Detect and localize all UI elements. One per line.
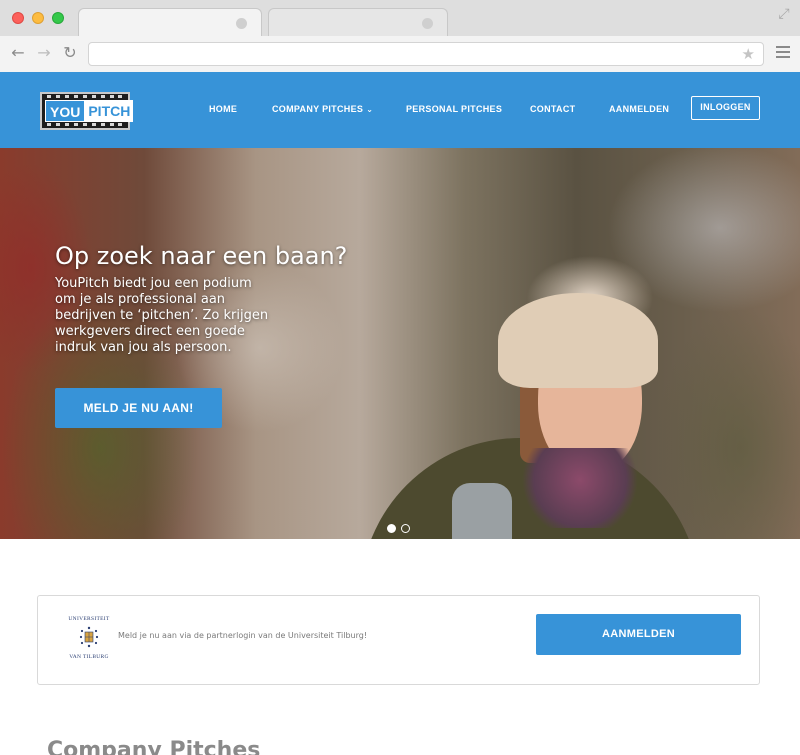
hero-photo-backpack xyxy=(452,483,512,539)
hero-body: YouPitch biedt jou een podium om je als … xyxy=(55,276,269,355)
tilburg-university-logo: UNIVERSITEIT VAN TILBURG xyxy=(66,616,112,664)
carousel-indicators xyxy=(387,524,410,533)
hero-carousel: Op zoek naar een baan? YouPitch biedt jo… xyxy=(0,148,800,539)
minimize-window-button[interactable] xyxy=(32,12,44,24)
back-arrow-icon[interactable]: ← xyxy=(8,43,28,63)
fullscreen-icon[interactable]: ⤢ xyxy=(776,6,792,22)
browser-titlebar: ⤢ ← → ↻ ★ xyxy=(0,0,800,72)
partner-aanmelden-button[interactable]: AANMELDEN xyxy=(536,614,741,655)
university-seal-icon xyxy=(79,626,99,648)
partner-login-text: Meld je nu aan via de partnerlogin van d… xyxy=(118,631,368,640)
carousel-dot-2[interactable] xyxy=(401,524,410,533)
hero-title: Op zoek naar een baan? xyxy=(55,242,348,270)
tab-close-icon[interactable] xyxy=(236,18,247,29)
tab-close-icon[interactable] xyxy=(422,18,433,29)
login-button[interactable]: INLOGGEN xyxy=(691,96,760,120)
site-header: YOU PITCH HOME COMPANY PITCHES ⌄ PERSONAL… xyxy=(0,72,800,148)
browser-toolbar: ← → ↻ ★ xyxy=(0,36,800,72)
star-icon[interactable]: ★ xyxy=(742,45,755,63)
nav-aanmelden[interactable]: AANMELDEN xyxy=(609,96,669,122)
youpitch-logo[interactable]: YOU PITCH xyxy=(40,92,134,130)
browser-tab-active[interactable] xyxy=(78,8,262,36)
hero-photo-scarf xyxy=(520,448,640,528)
nav-home[interactable]: HOME xyxy=(209,96,237,122)
hero-photo-hat xyxy=(498,293,658,388)
nav-company-label: COMPANY PITCHES xyxy=(272,104,364,114)
uni-logo-bottom-text: VAN TILBURG xyxy=(69,654,109,660)
maximize-window-button[interactable] xyxy=(52,12,64,24)
nav-company-pitches[interactable]: COMPANY PITCHES ⌄ xyxy=(272,96,373,123)
logo-text-you: YOU xyxy=(45,100,86,122)
nav-contact[interactable]: CONTACT xyxy=(530,96,575,122)
address-bar[interactable]: ★ xyxy=(88,42,764,66)
chevron-down-icon: ⌄ xyxy=(366,105,374,114)
reload-icon[interactable]: ↻ xyxy=(60,43,80,63)
film-strip-holes xyxy=(42,95,128,99)
uni-logo-top-text: UNIVERSITEIT xyxy=(68,616,110,622)
nav-personal-pitches[interactable]: PERSONAL PITCHES xyxy=(406,96,502,122)
signup-cta-button[interactable]: MELD JE NU AAN! xyxy=(55,388,222,428)
hamburger-menu-icon[interactable] xyxy=(776,46,790,58)
film-strip-holes xyxy=(42,123,128,127)
browser-tab-new[interactable] xyxy=(268,8,448,36)
partner-login-box: UNIVERSITEIT VAN TILBURG Meld je nu aan … xyxy=(37,595,760,685)
close-window-button[interactable] xyxy=(12,12,24,24)
company-pitches-heading: Company Pitches xyxy=(47,738,261,755)
logo-text-pitch: PITCH xyxy=(85,100,134,122)
forward-arrow-icon[interactable]: → xyxy=(34,43,54,63)
carousel-dot-1[interactable] xyxy=(387,524,396,533)
